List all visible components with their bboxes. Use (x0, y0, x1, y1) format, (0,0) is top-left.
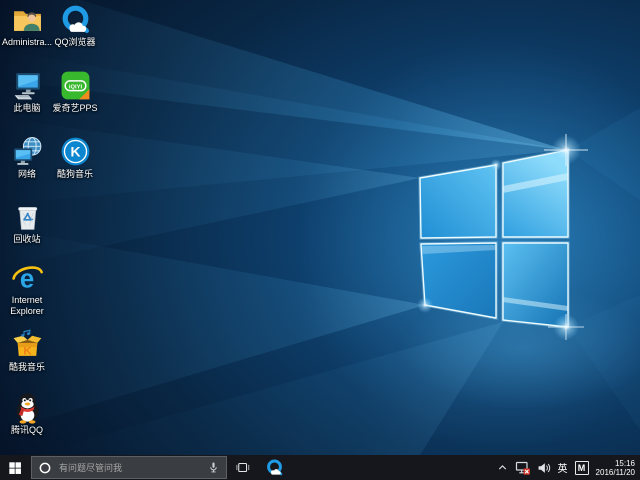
ime-mode-label: M (575, 461, 589, 475)
qq-browser-icon (265, 458, 284, 477)
iqiyi-icon (59, 69, 92, 102)
desktop-icon-label: QQ浏览器 (47, 37, 103, 48)
this-pc-icon (11, 69, 44, 102)
desktop[interactable]: iQIYI (0, 0, 640, 455)
volume-button[interactable] (535, 455, 553, 480)
search-input[interactable] (57, 462, 202, 474)
qq-browser-shortcut[interactable]: QQ浏览器 (47, 3, 103, 48)
internet-explorer-shortcut[interactable]: Internet Explorer (0, 261, 55, 316)
ie-icon (11, 261, 44, 294)
network-icon (11, 135, 44, 168)
desktop-icon-label: 腾讯QQ (0, 425, 55, 436)
taskbar: 英 M 15:16 2016/11/20 (0, 455, 640, 480)
kuwo-icon (11, 328, 44, 361)
show-hidden-icons-button[interactable] (494, 455, 511, 480)
taskbar-qq-browser-button[interactable] (257, 455, 291, 480)
input-language-indicator[interactable]: 英 (555, 455, 571, 480)
desktop-icon-label: 回收站 (0, 234, 55, 245)
system-tray: 英 M 15:16 2016/11/20 (494, 455, 640, 480)
speaker-icon (537, 461, 551, 475)
taskbar-search-box[interactable] (31, 456, 227, 479)
network-disconnected-icon (515, 460, 531, 476)
microphone-icon[interactable] (207, 461, 220, 474)
task-view-icon (235, 460, 250, 475)
chevron-up-icon (496, 461, 509, 474)
ime-indicator[interactable]: M (573, 455, 591, 480)
windows-10-desktop: iQIYI (0, 0, 640, 480)
qq-browser-icon (59, 3, 92, 36)
tencent-qq-shortcut[interactable]: 腾讯QQ (0, 391, 55, 436)
start-button[interactable] (0, 455, 30, 480)
desktop-icon-label: 酷狗音乐 (47, 169, 103, 180)
recycle-bin-icon (11, 200, 44, 233)
desktop-icon-label: 酷我音乐 (0, 362, 55, 373)
task-view-button[interactable] (227, 455, 257, 480)
kugou-music-shortcut[interactable]: 酷狗音乐 (47, 135, 103, 180)
desktop-icon-label: 爱奇艺PPS (47, 103, 103, 114)
admin-folder-icon (11, 3, 44, 36)
clock-time: 15:16 (596, 459, 635, 468)
recycle-bin-shortcut[interactable]: 回收站 (0, 200, 55, 245)
desktop-icon-label: Internet Explorer (0, 295, 55, 316)
qq-penguin-icon (11, 391, 44, 424)
network-status-button[interactable] (513, 455, 533, 480)
kuwo-music-shortcut[interactable]: 酷我音乐 (0, 328, 55, 373)
kugou-icon (59, 135, 92, 168)
windows-start-icon (8, 461, 22, 475)
taskbar-clock[interactable]: 15:16 2016/11/20 (593, 459, 640, 477)
clock-date: 2016/11/20 (596, 468, 635, 477)
cortana-icon (38, 461, 52, 475)
iqiyi-pps-shortcut[interactable]: 爱奇艺PPS (47, 69, 103, 114)
